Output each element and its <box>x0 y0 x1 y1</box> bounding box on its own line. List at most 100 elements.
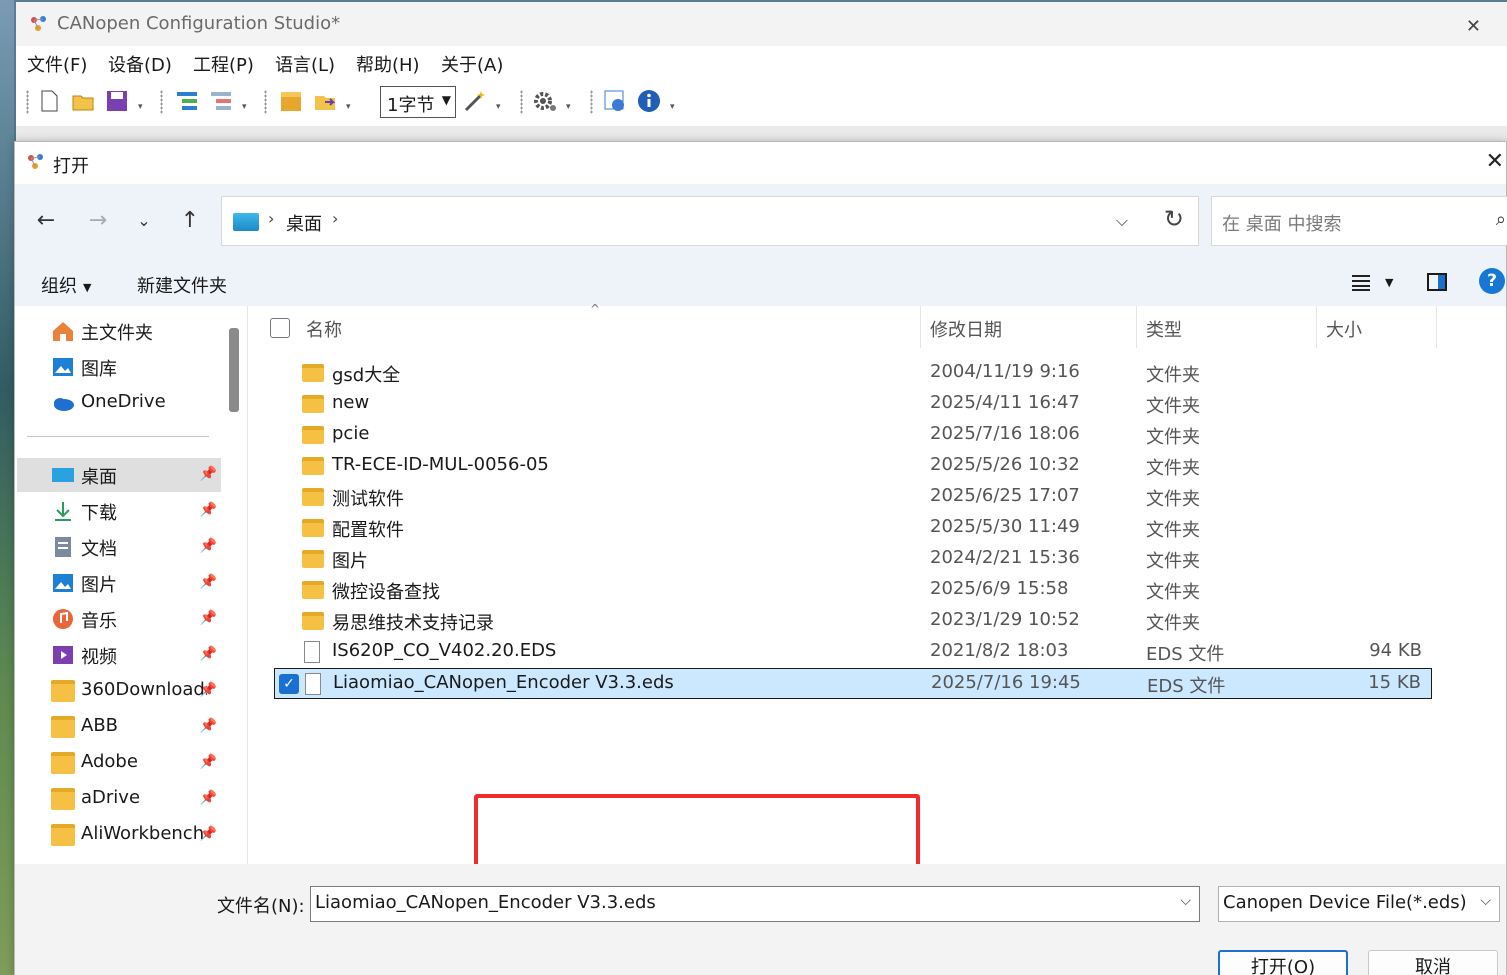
column-divider[interactable] <box>1316 306 1317 348</box>
breadcrumb-desktop[interactable]: 桌面 <box>286 210 322 236</box>
organize-button[interactable]: 组织 ▼ <box>41 272 91 298</box>
dialog-title: 打开 <box>53 156 89 177</box>
new-file-icon[interactable] <box>36 88 62 114</box>
sidebar-item-gallery[interactable]: 图库 <box>17 350 221 384</box>
column-divider[interactable] <box>920 306 921 348</box>
column-header-name[interactable]: 名称 <box>306 316 342 342</box>
select-all-checkbox[interactable] <box>270 318 290 338</box>
open-folder-icon[interactable] <box>70 88 96 114</box>
pin-icon[interactable]: 📌 <box>200 610 217 626</box>
toolbar-overflow-icon[interactable]: ▾ <box>670 103 678 112</box>
toolbar-overflow-icon[interactable]: ▾ <box>242 103 250 112</box>
preview-pane-icon[interactable] <box>1427 273 1447 291</box>
chevron-down-icon[interactable]: ▼ <box>1385 276 1393 289</box>
cancel-button[interactable]: 取消 <box>1368 950 1498 975</box>
toolbar-overflow-icon[interactable]: ▾ <box>346 103 354 112</box>
magic-wand-icon[interactable] <box>462 88 488 114</box>
folder-row[interactable]: 图片 2024/2/21 15:36 文件夹 <box>274 544 1432 575</box>
file-row[interactable]: ✓ Liaomiao_CANopen_Encoder V3.3.eds 2025/7… <box>274 668 1432 699</box>
add-node-icon[interactable] <box>174 88 200 114</box>
folder-row[interactable]: pcie 2025/7/16 18:06 文件夹 <box>274 420 1432 451</box>
app-close-icon[interactable]: ✕ <box>1466 16 1481 37</box>
app-title: CANopen Configuration Studio* <box>57 13 341 34</box>
folder-row[interactable]: new 2025/4/11 16:47 文件夹 <box>274 389 1432 420</box>
menu-language[interactable]: 语言(L) <box>275 51 335 77</box>
file-row[interactable]: IS620P_CO_V402.20.EDS 2021/8/2 18:03 EDS 文… <box>274 637 1432 668</box>
pin-icon[interactable]: 📌 <box>200 538 217 554</box>
pin-icon[interactable]: 📌 <box>200 718 217 734</box>
sidebar-item-downloads[interactable]: 下载 📌 <box>17 494 221 528</box>
column-header-type[interactable]: 类型 <box>1146 316 1182 342</box>
view-options-icon[interactable] <box>1351 272 1371 292</box>
column-header-size[interactable]: 大小 <box>1326 316 1362 342</box>
close-icon[interactable]: ✕ <box>1486 149 1504 174</box>
toolbar-overflow-icon[interactable]: ▾ <box>566 103 574 112</box>
back-arrow-icon[interactable]: ← <box>31 206 61 236</box>
menu-file[interactable]: 文件(F) <box>27 51 87 77</box>
navigation-scrollbar[interactable] <box>229 328 239 412</box>
chevron-down-icon[interactable]: ⌵ <box>1180 893 1191 909</box>
file-type-filter-select[interactable]: Canopen Device File(*.eds) ⌵ <box>1218 886 1500 922</box>
folder-icon <box>51 752 75 774</box>
toolbar-overflow-icon[interactable]: ▾ <box>496 103 504 112</box>
sidebar-item-pictures[interactable]: 图片 📌 <box>17 566 221 600</box>
pin-icon[interactable]: 📌 <box>200 646 217 662</box>
up-arrow-icon[interactable]: ↑ <box>175 206 205 236</box>
forward-arrow-icon[interactable]: → <box>83 206 113 236</box>
sidebar-item-desktop[interactable]: 桌面 📌 <box>17 458 221 492</box>
sidebar-item-360downloads[interactable]: 360Downloads 📌 <box>17 674 221 708</box>
pin-icon[interactable]: 📌 <box>200 826 217 842</box>
menu-about[interactable]: 关于(A) <box>441 51 503 77</box>
menu-device[interactable]: 设备(D) <box>108 51 172 77</box>
pin-icon[interactable]: 📌 <box>200 754 217 770</box>
sidebar-item-home[interactable]: 主文件夹 <box>17 314 221 348</box>
network-scan-icon[interactable] <box>602 88 628 114</box>
open-button[interactable]: 打开(O) <box>1218 950 1348 975</box>
column-divider[interactable] <box>1136 306 1137 348</box>
sidebar-item-documents[interactable]: 文档 📌 <box>17 530 221 564</box>
filename-input[interactable]: Liaomiao_CANopen_Encoder V3.3.eds ⌵ <box>310 886 1200 922</box>
sidebar-item-aliworkbench[interactable]: AliWorkbench 📌 <box>17 818 221 852</box>
refresh-icon[interactable]: ↻ <box>1164 205 1184 233</box>
folder-row[interactable]: 配置软件 2025/5/30 11:49 文件夹 <box>274 513 1432 544</box>
settings-gear-icon[interactable] <box>532 88 558 114</box>
column-divider[interactable] <box>1436 306 1437 348</box>
remove-node-icon[interactable] <box>208 88 234 114</box>
sidebar-item-music[interactable]: 音乐 📌 <box>17 602 221 636</box>
menu-help[interactable]: 帮助(H) <box>356 51 420 77</box>
export-icon[interactable] <box>312 88 338 114</box>
folder-row[interactable]: 微控设备查找 2025/6/9 15:58 文件夹 <box>274 575 1432 606</box>
address-history-chevron-icon[interactable]: ⌵ <box>1116 211 1128 231</box>
search-input[interactable]: 在 桌面 中搜索 ⌕ <box>1211 196 1507 246</box>
folder-row[interactable]: 易思维技术支持记录 2023/1/29 10:52 文件夹 <box>274 606 1432 637</box>
row-checkbox-checked-icon[interactable]: ✓ <box>279 674 299 694</box>
pin-icon[interactable]: 📌 <box>200 466 217 482</box>
toolbar-separator <box>264 90 267 114</box>
byte-size-select[interactable]: 1字节 ▼ <box>380 86 456 118</box>
save-icon[interactable] <box>104 88 130 114</box>
folder-row[interactable]: 测试软件 2025/6/25 17:07 文件夹 <box>274 482 1432 513</box>
recent-locations-chevron-icon[interactable]: ⌄ <box>129 206 159 236</box>
toolbar-overflow-icon[interactable]: ▾ <box>138 103 146 112</box>
folder-row[interactable]: gsd大全 2004/11/19 9:16 文件夹 <box>274 358 1432 389</box>
sidebar-item-abb[interactable]: ABB 📌 <box>17 710 221 744</box>
breadcrumb-separator-icon[interactable]: › <box>268 209 274 228</box>
sidebar-item-adobe[interactable]: Adobe 📌 <box>17 746 221 780</box>
sidebar-item-videos[interactable]: 视频 📌 <box>17 638 221 672</box>
import-package-icon[interactable] <box>278 88 304 114</box>
sidebar-item-adrive[interactable]: aDrive 📌 <box>17 782 221 816</box>
help-icon[interactable]: ? <box>1479 268 1505 294</box>
pin-icon[interactable]: 📌 <box>200 790 217 806</box>
new-folder-button[interactable]: 新建文件夹 <box>137 272 227 298</box>
toolbar-separator <box>590 90 593 114</box>
address-bar[interactable]: › 桌面 › ⌵ ↻ <box>221 196 1199 246</box>
sidebar-item-onedrive[interactable]: OneDrive <box>17 386 221 420</box>
column-header-date[interactable]: 修改日期 <box>930 316 1002 342</box>
breadcrumb-separator-icon[interactable]: › <box>332 209 338 228</box>
pin-icon[interactable]: 📌 <box>200 502 217 518</box>
menu-project[interactable]: 工程(P) <box>193 51 254 77</box>
pin-icon[interactable]: 📌 <box>200 682 217 698</box>
info-icon[interactable] <box>636 88 662 114</box>
folder-row[interactable]: TR-ECE-ID-MUL-0056-05 2025/5/26 10:32 文件夹 <box>274 451 1432 482</box>
pin-icon[interactable]: 📌 <box>200 574 217 590</box>
